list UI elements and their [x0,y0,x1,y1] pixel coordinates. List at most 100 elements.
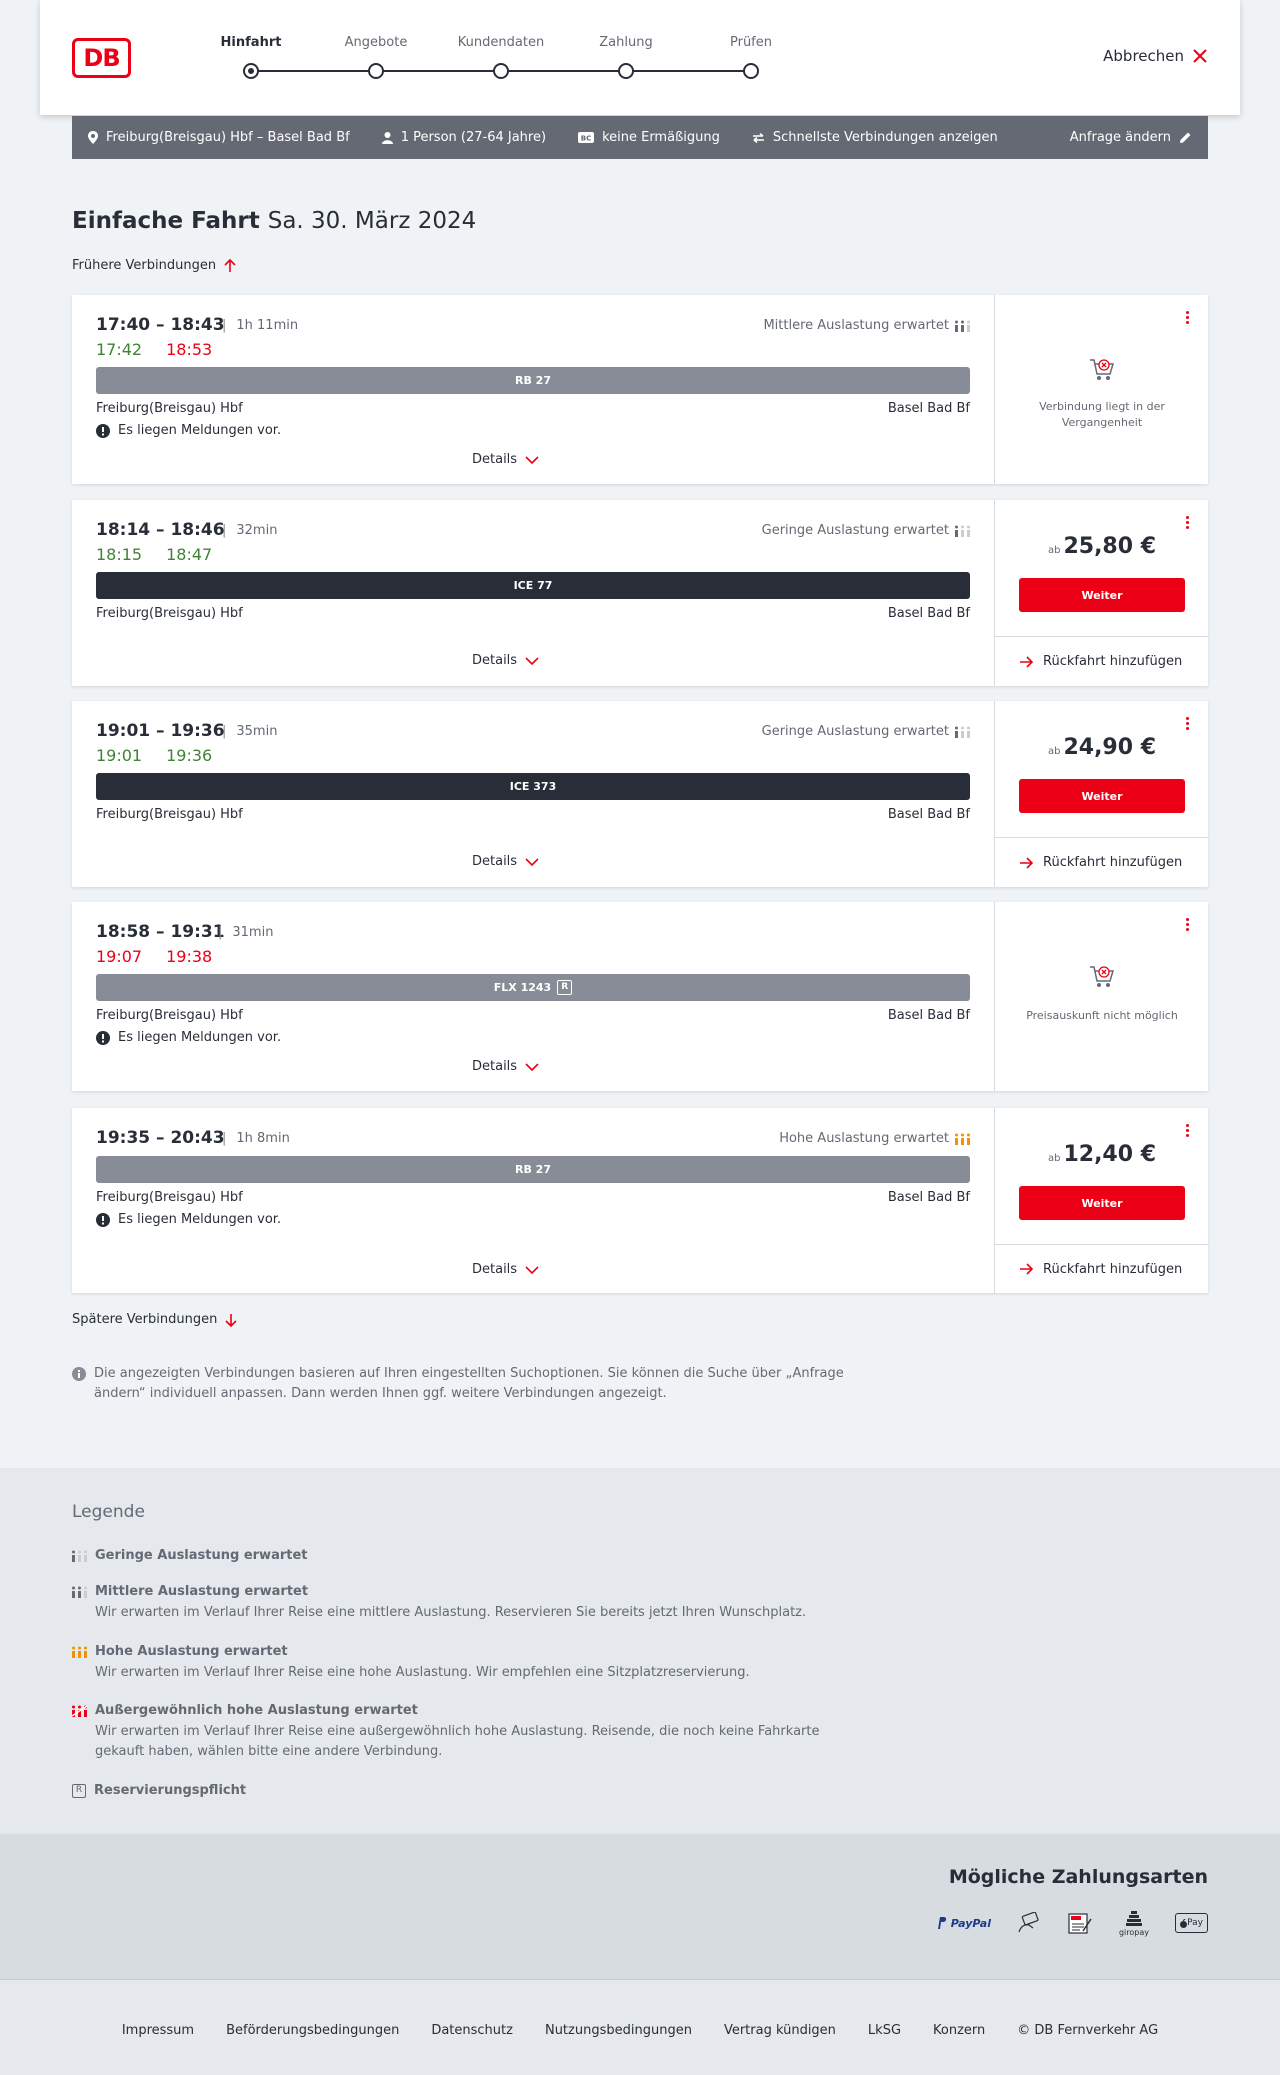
load-medium-icon [955,320,970,332]
price-value: 25,80 € [1063,534,1157,559]
cancel-button[interactable]: Abbrechen [1103,47,1208,65]
disruption-message[interactable]: Es liegen Meldungen vor. [96,423,281,438]
load-indicator: Hohe Auslastung erwartet [779,1131,970,1146]
giropay-icon [1125,1910,1142,1926]
train-bar[interactable]: RB 27 [96,1156,970,1183]
more-options-icon[interactable] [1182,715,1192,735]
change-query-button[interactable]: Anfrage ändern [1070,130,1192,145]
giropay-logo: giropay [1119,1907,1149,1939]
sepa-logo [1067,1910,1093,1936]
arrow-up-icon [224,258,236,272]
alert-icon [96,1212,110,1227]
info-text: Die angezeigten Verbindungen basieren au… [94,1366,844,1401]
alert-icon [96,423,110,438]
arrow-right-icon [1020,655,1033,668]
connection-card: 19:01 – 19:36 35min Geringe Auslastung e… [72,701,1209,887]
footer: Impressum Beförderungsbedingungen Datens… [0,1979,1280,2075]
realtime-departure: 19:01 [96,746,143,765]
details-toggle[interactable]: Details [472,653,539,668]
footer-links: Impressum Beförderungsbedingungen Datens… [0,2023,1280,2038]
load-text: Hohe Auslastung erwartet [779,1131,949,1146]
apple-icon [1180,1918,1188,1928]
paypal-logo: PayPal [936,1910,991,1936]
price-prefix: ab [1047,1153,1061,1164]
earlier-connections-link[interactable]: Frühere Verbindungen [72,258,236,273]
more-options-icon[interactable] [1182,514,1192,534]
load-high-icon [72,1646,87,1658]
load-text: Mittlere Auslastung erwartet [763,318,949,333]
unavailable-text: Verbindung liegt in der Vergangenheit [1039,400,1165,429]
info-icon [72,1367,86,1381]
applepay-text: Pay [1187,1918,1203,1928]
price: ab 24,90 € [995,735,1209,760]
more-options-icon[interactable] [1182,309,1192,329]
add-return-trip-button[interactable]: Rückfahrt hinzufügen [995,636,1209,686]
chevron-down-icon [525,1265,539,1274]
giropay-text: giropay [1118,1927,1149,1937]
paypal-text: PayPal [950,1916,991,1930]
train-bar[interactable]: RB 27 [96,367,970,394]
footer-link-vertrag-kuendigen[interactable]: Vertrag kündigen [724,2023,836,2038]
continue-button[interactable]: Weiter [1019,578,1185,612]
db-logo[interactable]: DB [72,38,131,78]
realtime-arrival: 18:47 [166,545,213,564]
footer-link-datenschutz[interactable]: Datenschutz [431,2023,513,2038]
details-toggle[interactable]: Details [472,854,539,869]
train-bar[interactable]: ICE 77 [96,572,970,599]
later-connections-link[interactable]: Spätere Verbindungen [72,1312,237,1327]
footer-link-befoerderungsbedingungen[interactable]: Beförderungsbedingungen [226,2023,399,2038]
continue-button[interactable]: Weiter [1019,779,1185,813]
offer-panel: ab 25,80 € Weiter Rückfahrt hinzufügen [994,500,1209,686]
paypal-icon [937,1917,946,1929]
price: ab 25,80 € [995,534,1209,559]
price-value: 24,90 € [1063,735,1157,760]
continue-button[interactable]: Weiter [1019,1186,1185,1220]
train-bar[interactable]: FLX 1243 R [96,974,970,1001]
arrow-right-icon [1020,856,1033,869]
connection-info: 17:40 – 18:43 1h 11min Mittlere Auslastu… [72,295,994,484]
location-pin-icon [88,131,98,144]
load-indicator: Geringe Auslastung erwartet [762,724,970,739]
duration: 1h 11min [222,318,298,333]
more-options-icon[interactable] [1182,1122,1192,1142]
footer-link-lksg[interactable]: LkSG [868,2023,901,2038]
applepay-logo: Pay [1175,1913,1208,1933]
connection-card: 19:35 – 20:43 1h 8min Hohe Auslastung er… [72,1108,1209,1293]
realtime-departure: 19:07 [96,947,143,966]
train-bar[interactable]: ICE 373 [96,773,970,800]
search-info-note: Die angezeigten Verbindungen basieren au… [72,1364,852,1404]
cart-unavailable-icon [1090,359,1115,380]
planned-times: 19:01 – 19:36 [96,721,225,741]
load-indicator: Geringe Auslastung erwartet [762,523,970,538]
realtime-times: 17:42 18:53 [96,340,236,359]
details-toggle[interactable]: Details [472,1059,539,1074]
duration: 1h 8min [222,1131,289,1146]
more-options-icon[interactable] [1182,916,1192,936]
alert-icon [96,1030,110,1045]
footer-link-nutzungsbedingungen[interactable]: Nutzungsbedingungen [545,2023,692,2038]
details-toggle[interactable]: Details [472,1262,539,1277]
footer-link-impressum[interactable]: Impressum [122,2023,194,2038]
disruption-message[interactable]: Es liegen Meldungen vor. [96,1030,281,1045]
arrival-station: Basel Bad Bf [887,606,970,621]
person-icon [381,131,393,144]
cancel-label: Abbrechen [1103,47,1184,65]
footer-link-konzern[interactable]: Konzern [933,2023,985,2038]
step-dot [743,63,759,79]
add-return-trip-button[interactable]: Rückfahrt hinzufügen [995,837,1209,887]
connection-card: 18:14 – 18:46 32min Geringe Auslastung e… [72,500,1209,686]
details-toggle[interactable]: Details [472,452,539,467]
legend-item-title: Mittlere Auslastung erwartet [95,1584,309,1599]
step-angebote: Angebote [344,35,408,50]
disruption-message[interactable]: Es liegen Meldungen vor. [96,1212,281,1227]
departure-station: Freiburg(Breisgau) Hbf [96,1190,243,1205]
fastest-toggle[interactable]: Schnellste Verbindungen anzeigen [752,130,998,145]
persons-summary: 1 Person (27-64 Jahre) [381,130,546,145]
details-label: Details [472,1262,518,1277]
add-return-trip-button[interactable]: Rückfahrt hinzufügen [995,1244,1209,1293]
sepa-invoice-icon [1068,1913,1092,1934]
arrival-station: Basel Bad Bf [887,1008,970,1023]
train-number: ICE 373 [509,780,557,793]
fastest-text: Schnellste Verbindungen anzeigen [772,130,998,145]
duration: 31min [218,925,273,940]
